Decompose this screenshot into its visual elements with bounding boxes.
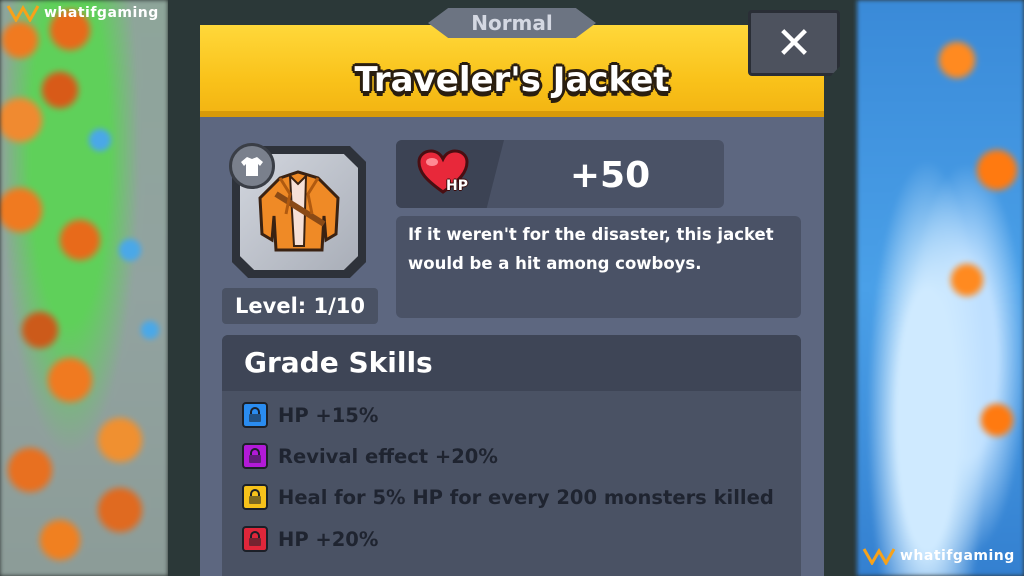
lock-icon bbox=[242, 402, 268, 428]
skill-row: HP +20% bbox=[242, 524, 378, 554]
lock-icon bbox=[242, 526, 268, 552]
watermark-bottom-right: whatifgaming bbox=[862, 547, 1015, 565]
rarity-tab: Normal bbox=[428, 8, 596, 38]
header-strip bbox=[200, 111, 824, 117]
game-background-right bbox=[857, 0, 1024, 576]
watermark-text: whatifgaming bbox=[900, 548, 1015, 564]
close-icon: ✕ bbox=[775, 17, 813, 69]
lock-icon bbox=[242, 443, 268, 469]
game-background-left bbox=[0, 0, 168, 576]
grade-skills-title: Grade Skills bbox=[244, 346, 433, 379]
skill-text: HP +15% bbox=[278, 403, 379, 427]
shirt-icon bbox=[241, 157, 263, 176]
skill-row: Revival effect +20% bbox=[242, 441, 498, 471]
item-level: Level: 1/10 bbox=[222, 288, 378, 324]
item-description: If it weren't for the disaster, this jac… bbox=[408, 225, 774, 273]
skill-text: Heal for 5% HP for every 200 monsters ki… bbox=[278, 485, 774, 509]
lock-icon bbox=[242, 484, 268, 510]
close-button[interactable]: ✕ bbox=[748, 10, 840, 76]
stat-value: +50 bbox=[569, 154, 651, 196]
watermark-text: whatifgaming bbox=[44, 5, 159, 21]
stat-label: HP bbox=[446, 178, 468, 194]
armor-slot-badge bbox=[229, 143, 275, 189]
item-title: Traveler's Jacket bbox=[354, 60, 670, 100]
whatifgaming-logo-icon bbox=[862, 548, 896, 565]
skill-row: HP +15% bbox=[242, 400, 378, 430]
skill-row: Heal for 5% HP for every 200 monsters ki… bbox=[242, 482, 774, 512]
skill-text: Revival effect +20% bbox=[278, 444, 498, 468]
watermark-top-left: whatifgaming bbox=[6, 4, 159, 22]
skill-text: HP +20% bbox=[278, 527, 379, 551]
whatifgaming-logo-icon bbox=[6, 5, 40, 22]
